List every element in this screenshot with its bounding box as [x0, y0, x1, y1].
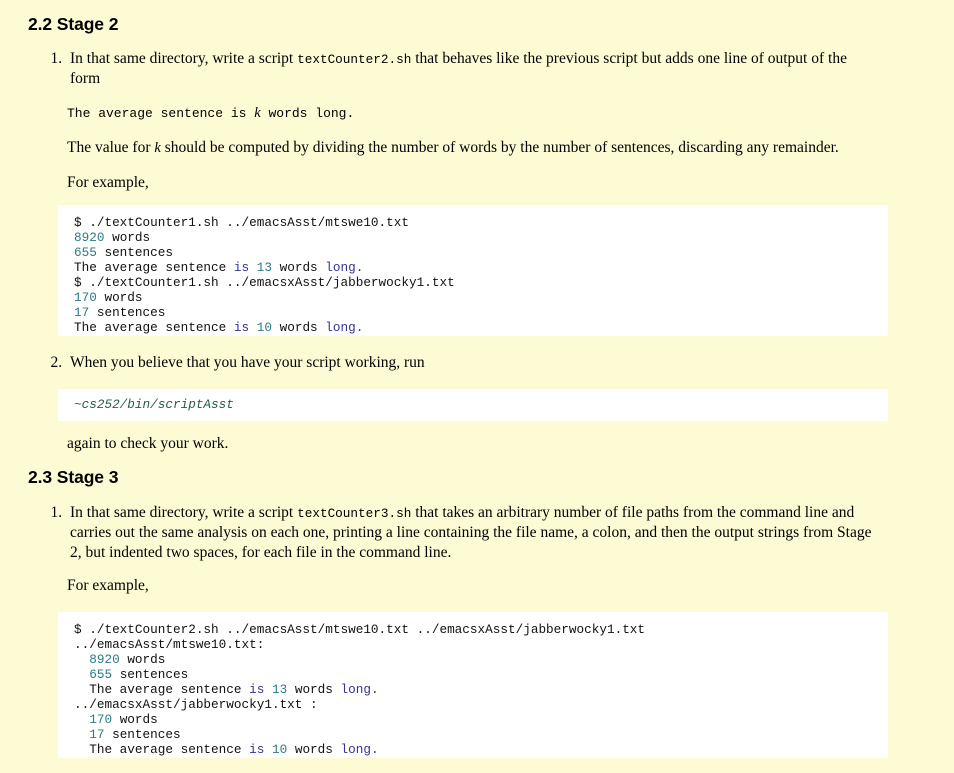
code-token: The average sentence — [74, 260, 234, 275]
code-line: ~cs252/bin/scriptAsst — [74, 397, 888, 412]
stage3-ordered-list: In that same directory, write a script t… — [44, 503, 874, 562]
code-token: 10 — [271, 742, 288, 757]
code-token: 17 — [89, 727, 105, 742]
code-token: words — [119, 652, 166, 667]
stage3-item1-text-before: In that same directory, write a script — [70, 504, 298, 521]
list-item: In that same directory, write a script t… — [66, 503, 874, 562]
code-token: The average sentence — [74, 682, 250, 697]
code-token: sentences — [104, 727, 181, 742]
code-block-textcounter2-example: $ ./textCounter2.sh ../emacsAsst/mtswe10… — [58, 612, 888, 758]
stage2-ordered-list-second: When you believe that you have your scri… — [44, 353, 874, 373]
stage2-list-item-2-container: When you believe that you have your scri… — [44, 353, 874, 373]
code-token: sentences — [112, 667, 189, 682]
code-token: $ ./textCounter2.sh ../emacsAsst/mtswe10… — [74, 622, 646, 637]
code-token: 170 — [74, 290, 97, 305]
code-token: words — [271, 320, 326, 335]
stage3-list-item-1-container: In that same directory, write a script t… — [44, 503, 874, 562]
value-of-k-prefix: The value for — [67, 139, 155, 156]
code-token: words — [112, 712, 158, 727]
code-token: 13 — [271, 682, 288, 697]
code-token: long. — [340, 682, 379, 697]
stage2-for-example-label: For example, — [67, 174, 149, 191]
code-token: ~cs252/bin/scriptAsst — [74, 397, 234, 412]
value-of-k-suffix: should be computed by dividing the numbe… — [160, 139, 839, 156]
code-token: ../emacsAsst/mtswe10.txt: — [74, 637, 265, 652]
document-page: 2.2 Stage 2 In that same directory, writ… — [0, 0, 954, 773]
code-token: words — [287, 682, 341, 697]
code-line: $ ./textCounter1.sh ../emacsAsst/mtswe10… — [74, 215, 888, 230]
stage3-for-example-label: For example, — [67, 577, 149, 594]
code-token: words — [104, 230, 151, 245]
code-token: 17 — [74, 305, 90, 320]
code-token: The average sentence — [74, 742, 250, 757]
code-token: ../emacsxAsst/jabberwocky1.txt : — [74, 697, 318, 712]
code-token: is — [233, 320, 250, 335]
code-token: The average sentence — [74, 320, 234, 335]
code-token: 10 — [256, 320, 272, 335]
code-token: is — [249, 682, 265, 697]
code-line: The average sentence is 13 words long. — [74, 260, 888, 275]
code-line: 170 words — [74, 712, 888, 727]
stage2-item2-text: When you believe that you have your scri… — [70, 354, 425, 371]
code-token: sentences — [89, 305, 166, 320]
code-line: The average sentence is 10 words long. — [74, 742, 888, 757]
code-line: The average sentence is 10 words long. — [74, 320, 888, 335]
code-token: long. — [340, 742, 379, 757]
stage2-list-item-1-container: In that same directory, write a script t… — [44, 49, 874, 89]
code-token: 13 — [256, 260, 272, 275]
code-token: is — [233, 260, 250, 275]
stage3-item1-inline-code: textCounter3.sh — [297, 506, 412, 521]
stage2-ordered-list-first: In that same directory, write a script t… — [44, 49, 874, 89]
stage2-value-of-k-paragraph: The value for k should be computed by di… — [67, 138, 877, 158]
code-line: 8920 words — [74, 230, 888, 245]
code-block-textcounter1-example: $ ./textCounter1.sh ../emacsAsst/mtswe10… — [58, 205, 888, 336]
code-token: 170 — [89, 712, 113, 727]
stage2-again-check-text: again to check your work. — [67, 435, 229, 452]
code-line: 170 words — [74, 290, 888, 305]
code-token: 8920 — [89, 652, 120, 667]
code-line: 17 sentences — [74, 305, 888, 320]
code-token: sentences — [96, 245, 173, 260]
code-token: $ ./textCounter1.sh ../emacsAsst/mtswe10… — [74, 215, 410, 230]
formula-prefix: The average sentence is — [67, 106, 255, 121]
code-token: is — [249, 742, 265, 757]
code-line: 17 sentences — [74, 727, 888, 742]
code-token: 8920 — [74, 230, 105, 245]
code-line: 655 sentences — [74, 667, 888, 682]
code-line: $ ./textCounter2.sh ../emacsAsst/mtswe10… — [74, 622, 888, 637]
code-line: ../emacsAsst/mtswe10.txt: — [74, 637, 888, 652]
stage2-item1-text-before: In that same directory, write a script — [70, 50, 298, 67]
code-token: words — [96, 290, 143, 305]
section-heading-stage-3: 2.3 Stage 3 — [28, 467, 119, 487]
stage2-item1-inline-code: textCounter2.sh — [297, 52, 412, 67]
list-item: In that same directory, write a script t… — [66, 49, 874, 89]
code-token: 655 — [89, 667, 113, 682]
code-token: 655 — [74, 245, 97, 260]
code-line: 655 sentences — [74, 245, 888, 260]
code-token: words — [271, 260, 326, 275]
formula-suffix: words long. — [260, 106, 355, 121]
code-block-scriptasst-command: ~cs252/bin/scriptAsst — [58, 389, 888, 421]
code-line: $ ./textCounter1.sh ../emacsxAsst/jabber… — [74, 275, 888, 290]
section-heading-stage-2: 2.2 Stage 2 — [28, 14, 119, 34]
list-item: When you believe that you have your scri… — [66, 353, 874, 373]
code-token: long. — [325, 260, 364, 275]
stage2-output-format-line: The average sentence is k words long. — [67, 105, 354, 122]
code-token: long. — [325, 320, 364, 335]
code-token: $ ./textCounter1.sh ../emacsxAsst/jabber… — [74, 275, 455, 290]
code-token: words — [287, 742, 341, 757]
code-line: ../emacsxAsst/jabberwocky1.txt : — [74, 697, 888, 712]
code-line: The average sentence is 13 words long. — [74, 682, 888, 697]
code-line: 8920 words — [74, 652, 888, 667]
